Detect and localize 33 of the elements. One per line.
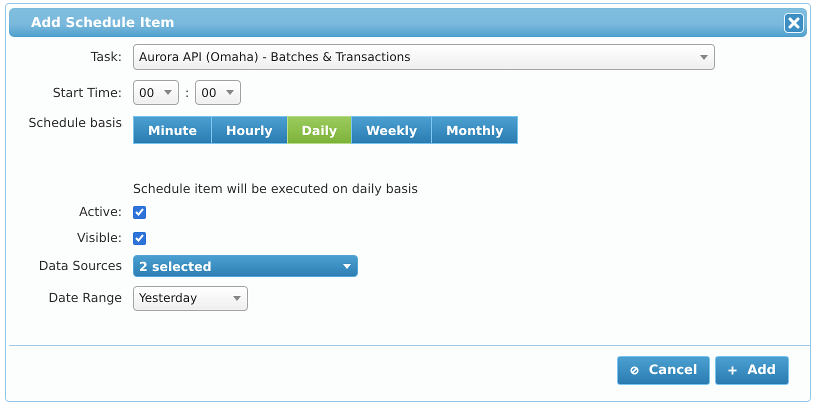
close-icon [788,16,800,28]
caret-icon [233,296,241,300]
caret-icon [164,90,172,95]
schedule-description: Schedule item will be executed on daily basis [133,180,418,198]
schedule-tab[interactable]: Hourly [210,116,288,144]
schedule-tab[interactable]: Monthly [431,116,518,144]
caret-icon [343,264,351,268]
cancel-button[interactable]: Cancel [616,356,710,385]
field-label: Visible: [76,229,122,247]
field-label: Task: [90,48,122,66]
task-select[interactable]: Aurora API (Omaha) - Batches & Transactions [133,44,715,70]
time-separator: : [185,85,190,100]
checkbox[interactable] [133,206,146,218]
window-title: Add Schedule Item [31,14,174,30]
field-label: Start Time: [52,84,122,102]
field-label: Data Sources [38,257,122,275]
caret-icon [700,54,708,60]
checkbox[interactable] [133,232,146,244]
date-range-select[interactable]: Yesterday [133,286,248,310]
caret-icon [226,90,234,95]
field-label: Schedule basis [27,115,122,130]
close-button[interactable] [784,12,804,32]
schedule-tab[interactable]: Minute [133,116,212,144]
schedule-tab[interactable]: Daily [286,116,352,144]
hour-select[interactable]: 00 [133,80,179,105]
plus-icon [728,366,738,375]
cancel-icon [630,366,639,375]
field-label: Active: [78,203,122,221]
schedule-tab[interactable]: Weekly [351,116,432,144]
data-sources-select[interactable]: 2 selected [133,255,358,277]
add-button[interactable]: Add [715,356,789,385]
field-label: Date Range [48,289,122,307]
minute-select[interactable]: 00 [195,80,242,105]
